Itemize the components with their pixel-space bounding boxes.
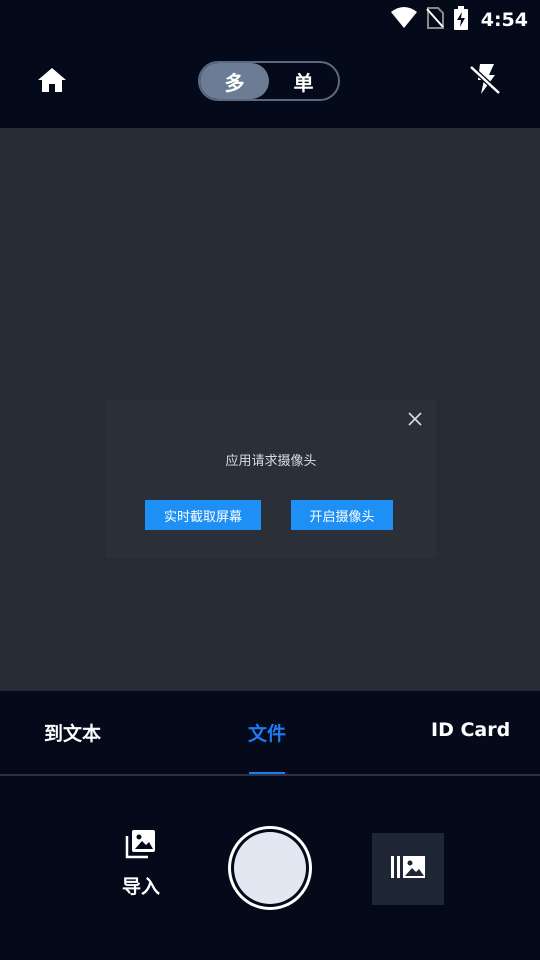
flash-toggle-button[interactable] (468, 62, 504, 98)
shutter-button[interactable] (228, 826, 312, 910)
tab-to-text[interactable]: 到文本 (44, 719, 101, 746)
close-button[interactable] (406, 410, 424, 428)
flash-off-icon (468, 64, 502, 100)
mode-tabs: 到文本 文件 ID Card (0, 691, 540, 775)
import-button[interactable]: 导入 (116, 828, 166, 908)
status-time: 4:54 (480, 9, 528, 31)
gallery-icon (390, 855, 426, 883)
home-icon (36, 68, 68, 100)
bottom-bar: 导入 (0, 776, 540, 960)
dialog-message: 应用请求摄像头 (225, 454, 317, 469)
camera-preview: 应用请求摄像头 实时截取屏幕 开启摄像头 (0, 128, 540, 691)
open-camera-button[interactable]: 开启摄像头 (291, 500, 393, 530)
battery-charging-icon (453, 6, 469, 34)
import-label: 导入 (121, 876, 160, 898)
gallery-button[interactable] (372, 833, 444, 905)
status-bar: 4:54 (0, 0, 540, 36)
mode-multi-option[interactable]: 多 (200, 63, 269, 99)
shutter-inner (234, 832, 306, 904)
mode-single-option[interactable]: 单 (269, 63, 338, 99)
top-bar: 多 单 (0, 36, 540, 128)
no-sim-icon (425, 6, 445, 34)
wifi-icon (390, 7, 417, 33)
close-icon (406, 412, 424, 432)
tab-id-card[interactable]: ID Card (431, 719, 510, 741)
home-button[interactable] (36, 64, 72, 100)
tab-file[interactable]: 文件 (248, 719, 286, 746)
screen-capture-button[interactable]: 实时截取屏幕 (145, 500, 261, 530)
multi-single-toggle[interactable]: 多 单 (198, 61, 340, 101)
gallery-import-icon (124, 830, 158, 864)
camera-permission-dialog: 应用请求摄像头 实时截取屏幕 开启摄像头 (106, 400, 436, 558)
